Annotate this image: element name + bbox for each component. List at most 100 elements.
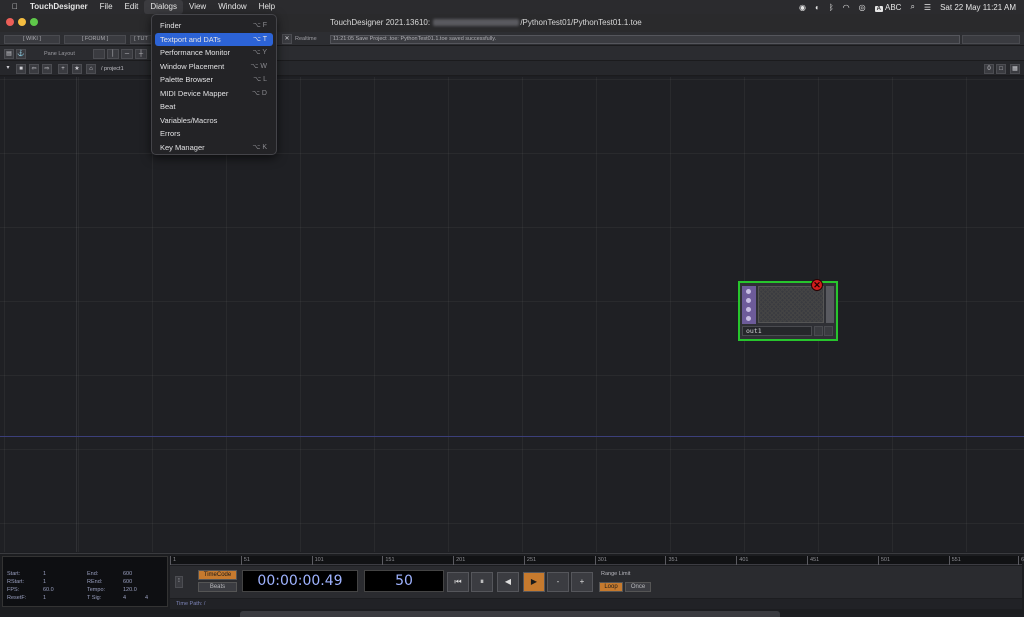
menu-item-performance-monitor[interactable]: Performance Monitor ⌥ Y (155, 46, 273, 60)
node-viewer[interactable] (758, 286, 824, 323)
node-name-label[interactable]: out1 (742, 326, 812, 336)
node-scrollbar[interactable] (826, 286, 834, 323)
status-extra-field[interactable] (962, 35, 1020, 44)
add-icon[interactable]: + (58, 64, 68, 74)
step-back-button[interactable]: ◀ (497, 572, 519, 592)
menu-item-key-manager[interactable]: Key Manager ⌥ K (155, 141, 273, 155)
menu-item-palette-browser[interactable]: Palette Browser ⌥ L (155, 73, 273, 87)
anchor-icon[interactable]: ⚓ (16, 49, 26, 59)
ruler-tick: 501 (877, 556, 890, 565)
pause-button[interactable]: ⏸ (471, 572, 493, 592)
resetf-value[interactable]: 1 (43, 595, 46, 601)
layout-quad-button[interactable]: ┼ (135, 49, 147, 59)
menu-item-finder[interactable]: Finder ⌥ F (155, 19, 273, 33)
status-circle-icon[interactable]: ◐ (815, 3, 820, 12)
layout-split-button[interactable]: │ (107, 49, 119, 59)
tsig-numerator[interactable]: 4 (123, 595, 126, 601)
step-plus-button[interactable]: + (571, 572, 593, 592)
beats-mode-button[interactable]: Beats (198, 582, 237, 592)
frame-display[interactable]: 50 (364, 570, 444, 592)
screen-record-icon[interactable]: ◉ (799, 3, 806, 12)
timecode-mode-button[interactable]: TimeCode (198, 570, 237, 580)
end-value[interactable]: 600 (123, 571, 132, 577)
menu-help[interactable]: Help (253, 0, 281, 14)
node-output-flag[interactable] (824, 326, 833, 336)
tempo-value[interactable]: 120.0 (123, 587, 137, 593)
apple-icon[interactable]:  (0, 0, 24, 14)
close-window-button[interactable] (6, 18, 14, 26)
network-path[interactable]: / project1 (101, 66, 124, 72)
mac-menu-bar:  TouchDesigner File Edit Dialogs View W… (0, 0, 1024, 14)
start-value[interactable]: 1 (43, 571, 46, 577)
menu-item-label: Variables/Macros (160, 115, 218, 125)
bookmark-star-icon[interactable]: ★ (72, 64, 82, 74)
home-icon[interactable]: ⌂ (86, 64, 96, 74)
forward-icon[interactable]: ⇨ (42, 64, 52, 74)
layout-single-button[interactable] (93, 49, 105, 59)
grid-axis-vertical (76, 77, 77, 552)
menu-item-window-placement[interactable]: Window Placement ⌥ W (155, 60, 273, 74)
realtime-checkbox[interactable]: ✕ (282, 34, 292, 44)
menu-file[interactable]: File (94, 0, 119, 14)
title-suffix: /PythonTest01/PythonTest01.1.toe (520, 18, 642, 27)
timeline-settings: Start: 1 End: 600 RStart: 1 REnd: 600 FP… (2, 556, 168, 607)
operator-node-out1[interactable]: out1 ✕ (738, 279, 838, 341)
layout-icon[interactable]: ▤ (4, 49, 14, 59)
fps-value[interactable]: 60.0 (43, 587, 54, 593)
menu-item-midi-device-mapper[interactable]: MIDI Device Mapper ⌥ D (155, 87, 273, 101)
error-icon[interactable]: ✕ (811, 279, 823, 291)
play-forward-button[interactable]: ▶ (523, 572, 545, 592)
wifi-icon[interactable]: ◠ (843, 3, 850, 12)
menu-window[interactable]: Window (212, 0, 252, 14)
menu-view[interactable]: View (183, 0, 212, 14)
spotlight-search-icon[interactable]: ⌕ (910, 2, 914, 12)
ruler-tick: 51 (240, 556, 250, 565)
menu-item-shortcut: ⌥ D (251, 89, 267, 97)
layout-hsplit-button[interactable]: ─ (121, 49, 133, 59)
menu-item-errors[interactable]: Errors (155, 127, 273, 141)
bluetooth-icon[interactable]: ᛒ (829, 3, 834, 12)
input-source-menu[interactable]: A ABC (874, 3, 901, 12)
back-icon[interactable]: ⇦ (29, 64, 39, 74)
menu-dialogs[interactable]: Dialogs (144, 0, 184, 14)
menu-item-variables-macros[interactable]: Variables/Macros (155, 114, 273, 128)
node-side-panel[interactable] (742, 286, 756, 324)
tsig-denominator[interactable]: 4 (145, 595, 148, 601)
end-label: End: (87, 571, 99, 577)
step-minus-button[interactable]: - (547, 572, 569, 592)
clock[interactable]: Sat 22 May 11:21 AM (940, 3, 1016, 12)
loop-button[interactable]: Loop (599, 582, 623, 592)
node-viewer-flag[interactable] (814, 326, 823, 336)
node-edit-icon[interactable] (746, 298, 751, 303)
menu-item-beat[interactable]: Beat (155, 100, 273, 114)
pane-maximize-icon[interactable]: □ (996, 64, 1006, 74)
rstart-value[interactable]: 1 (43, 579, 46, 585)
timecode-display[interactable]: 00:00:00.49 (242, 570, 358, 592)
pane-menu-icon[interactable]: ▾ (3, 64, 13, 74)
rend-value[interactable]: 600 (123, 579, 132, 585)
wiki-button[interactable]: [ WIKI ] (4, 35, 60, 44)
node-view-icon[interactable] (746, 307, 751, 312)
menu-item-label: Key Manager (160, 142, 205, 152)
node-python-icon[interactable] (746, 316, 751, 321)
timeline-ruler[interactable]: 151101151201251301351401451501551600 (170, 556, 1024, 565)
pane-id-field[interactable]: 0 (984, 64, 994, 74)
control-center-icon[interactable]: ☰ (924, 3, 931, 12)
once-button[interactable]: Once (625, 582, 651, 592)
zoom-window-button[interactable] (30, 18, 38, 26)
user-icon[interactable]: ◎ (859, 3, 866, 12)
stop-icon[interactable]: ■ (16, 64, 26, 74)
rewind-to-start-button[interactable]: ⏮ (447, 572, 469, 592)
forum-button[interactable]: [ FORUM ] (64, 35, 126, 44)
menu-item-label: Finder (160, 21, 182, 30)
tempo-label: Tempo: (87, 587, 106, 593)
minimize-window-button[interactable] (18, 18, 26, 26)
pane-grid-icon[interactable]: ▦ (1010, 64, 1020, 74)
menu-item-textport[interactable]: Textport and DATs ⌥ T (155, 32, 273, 46)
tutorials-button[interactable]: [ TUT (130, 35, 152, 44)
node-info-icon[interactable] (746, 289, 751, 294)
timeline-expand-icon[interactable]: ⁝ (175, 576, 183, 588)
menu-item-label: Textport and DATs (160, 34, 221, 44)
menu-app-name[interactable]: TouchDesigner (24, 0, 94, 14)
menu-edit[interactable]: Edit (119, 0, 145, 14)
